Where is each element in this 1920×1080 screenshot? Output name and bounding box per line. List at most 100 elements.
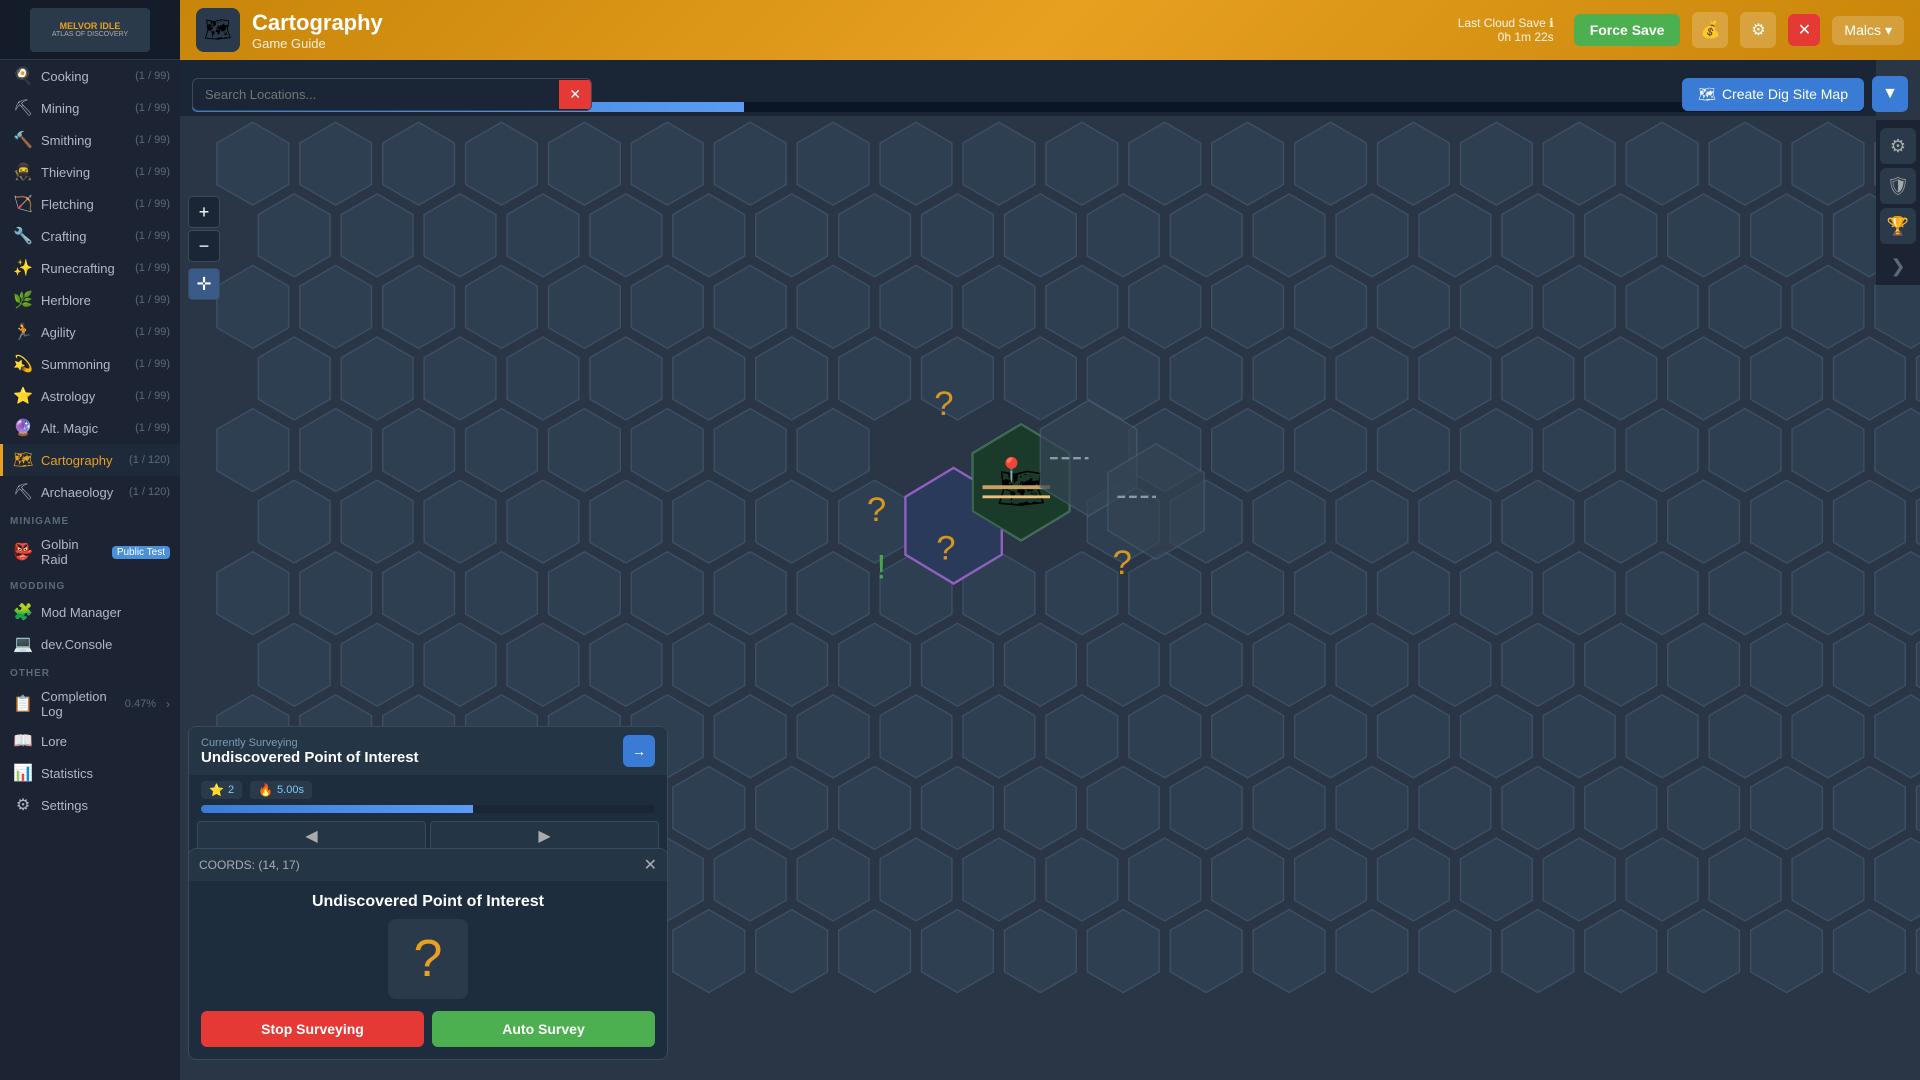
logo-area: MELVOR IDLE ATLAS OF DISCOVERY (0, 0, 180, 60)
user-button[interactable]: Malcs ▾ (1832, 16, 1904, 45)
user-name: Malcs (1844, 22, 1881, 38)
fletching-label: Fletching (41, 197, 127, 212)
sidebar-item-archaeology[interactable]: ⛏Archaeology(1 / 120) (0, 476, 180, 508)
thieving-count: (1 / 99) (135, 166, 170, 178)
archaeology-icon: ⛏ (13, 482, 33, 502)
mod-manager-label: Mod Manager (41, 605, 170, 620)
goblin-icon: 👺 (13, 542, 33, 562)
sidebar-item-completion-log[interactable]: 📋 Completion Log 0.47% › (0, 683, 180, 725)
other-section-header: OTHER (0, 660, 180, 683)
zoom-in-button[interactable]: + (188, 196, 220, 228)
fletching-icon: 🏹 (13, 194, 33, 214)
rewards-row: ⭐ 2 🔥 5.00s (189, 775, 667, 805)
time-reward-value: 5.00s (277, 784, 304, 796)
statistics-label: Statistics (41, 766, 170, 781)
question-mark-1: ? (934, 385, 953, 423)
crafting-count: (1 / 99) (135, 230, 170, 242)
create-dig-site-map-button[interactable]: 🗺 Create Dig Site Map (1682, 78, 1864, 111)
create-btn-label: Create Dig Site Map (1722, 86, 1848, 102)
agility-label: Agility (41, 325, 127, 340)
statistics-icon: 📊 (13, 763, 33, 783)
altmagic-icon: 🔮 (13, 418, 33, 438)
right-panel-trophy-button[interactable]: 🏆 (1880, 208, 1916, 244)
poi-tooltip: COORDS: (14, 17) ✕ Undiscovered Point of… (188, 848, 668, 1060)
astrology-count: (1 / 99) (135, 390, 170, 402)
sidebar-item-agility[interactable]: 🏃Agility(1 / 99) (0, 316, 180, 348)
zoom-out-button[interactable]: − (188, 230, 220, 262)
hex-map[interactable]: 🗺 📍 ? ? ? ? ! + − ✛ (180, 116, 1920, 1080)
sidebar-item-smithing[interactable]: 🔨Smithing(1 / 99) (0, 124, 180, 156)
astrology-icon: ⭐ (13, 386, 33, 406)
poi-actions: Stop Surveying Auto Survey (189, 1011, 667, 1059)
smithing-label: Smithing (41, 133, 127, 148)
user-chevron: ▾ (1885, 22, 1892, 39)
xp-reward-value: 2 (228, 784, 234, 796)
search-clear-button[interactable]: ✕ (559, 80, 591, 109)
filter-button[interactable]: ▼ (1872, 76, 1908, 112)
sidebar-item-mod-manager[interactable]: 🧩 Mod Manager (0, 596, 180, 628)
survey-nav-button[interactable]: → (623, 735, 655, 767)
cloud-save-label: Last Cloud Save (1458, 16, 1546, 30)
sidebar-item-lore[interactable]: 📖 Lore (0, 725, 180, 757)
poi-icon-area: ? (388, 919, 468, 999)
stop-surveying-button[interactable]: Stop Surveying (201, 1011, 424, 1047)
cartography-icon: 🗺 (13, 450, 33, 470)
locate-button[interactable]: ✛ (188, 268, 220, 300)
sidebar-item-herblore[interactable]: 🌿Herblore(1 / 99) (0, 284, 180, 316)
poi-tooltip-close-button[interactable]: ✕ (644, 855, 657, 875)
survey-progress-fill (201, 805, 473, 813)
cartography-count: (1 / 120) (129, 454, 170, 466)
force-save-button[interactable]: Force Save (1574, 14, 1681, 46)
header-settings-button[interactable]: ⚙ (1740, 12, 1776, 48)
minigame-section-header: MINIGAME (0, 508, 180, 531)
sidebar-item-mining[interactable]: ⛏Mining(1 / 99) (0, 92, 180, 124)
runecrafting-label: Runecrafting (41, 261, 127, 276)
sidebar-item-cartography[interactable]: 🗺Cartography(1 / 120) (0, 444, 180, 476)
settings-label: Settings (41, 798, 170, 813)
auto-survey-button[interactable]: Auto Survey (432, 1011, 655, 1047)
sidebar-item-dev-console[interactable]: 💻 dev.Console (0, 628, 180, 660)
search-input[interactable] (193, 79, 559, 110)
lore-icon: 📖 (13, 731, 33, 751)
sidebar-item-crafting[interactable]: 🔧Crafting(1 / 99) (0, 220, 180, 252)
sidebar-item-summoning[interactable]: 💫Summoning(1 / 99) (0, 348, 180, 380)
sidebar-item-statistics[interactable]: 📊 Statistics (0, 757, 180, 789)
survey-location-name: Undiscovered Point of Interest (201, 749, 419, 766)
crafting-icon: 🔧 (13, 226, 33, 246)
coins-button[interactable]: 💰 (1692, 12, 1728, 48)
mod-icon: 🧩 (13, 602, 33, 622)
summoning-icon: 💫 (13, 354, 33, 374)
dev-console-label: dev.Console (41, 637, 170, 652)
astrology-label: Astrology (41, 389, 127, 404)
sidebar-item-astrology[interactable]: ⭐ Astrology (1 / 99) (0, 380, 180, 412)
smithing-icon: 🔨 (13, 130, 33, 150)
sidebar-item-runecrafting[interactable]: ✨Runecrafting(1 / 99) (0, 252, 180, 284)
completion-log-chevron: › (166, 697, 170, 711)
poi-tooltip-header: COORDS: (14, 17) ✕ (189, 849, 667, 881)
right-panel: ⚙ 🛡 🏆 ❯ (1876, 120, 1920, 285)
right-panel-chevron[interactable]: ❯ (1890, 256, 1905, 277)
summoning-label: Summoning (41, 357, 127, 372)
sidebar-item-golbin-raid[interactable]: 👺 Golbin Raid Public Test (0, 531, 180, 573)
survey-next-button[interactable]: ▶ (430, 821, 659, 851)
skills-list: 🍳Cooking(1 / 99) ⛏ Mining (1 / 99) 🔨 Smithi… (0, 60, 180, 508)
agility-icon: 🏃 (13, 322, 33, 342)
sidebar-item-thieving[interactable]: 🥷Thieving(1 / 99) (0, 156, 180, 188)
right-panel-gear-button[interactable]: ⚙ (1880, 128, 1916, 164)
completion-log-icon: 📋 (13, 694, 33, 714)
archaeology-label: Archaeology (41, 485, 121, 500)
filter-icon: ▼ (1882, 85, 1898, 103)
survey-prev-button[interactable]: ◀ (197, 821, 426, 851)
sidebar-item-settings[interactable]: ⚙ Settings (0, 789, 180, 821)
mining-label: Mining (41, 101, 127, 116)
sidebar-item-altmagic[interactable]: 🔮Alt. Magic(1 / 99) (0, 412, 180, 444)
cloud-save-time: 0h 1m 22s (1498, 30, 1554, 44)
sidebar-item-fletching[interactable]: 🏹Fletching(1 / 99) (0, 188, 180, 220)
close-button[interactable]: ✕ (1788, 14, 1820, 46)
console-icon: 💻 (13, 634, 33, 654)
coins-icon: 💰 (1700, 20, 1720, 40)
xp-reward-badge: ⭐ 2 (201, 781, 242, 799)
mining-count: (1 / 99) (135, 102, 170, 114)
sidebar-item-cooking[interactable]: 🍳Cooking(1 / 99) (0, 60, 180, 92)
right-panel-shield-button[interactable]: 🛡 (1880, 168, 1916, 204)
